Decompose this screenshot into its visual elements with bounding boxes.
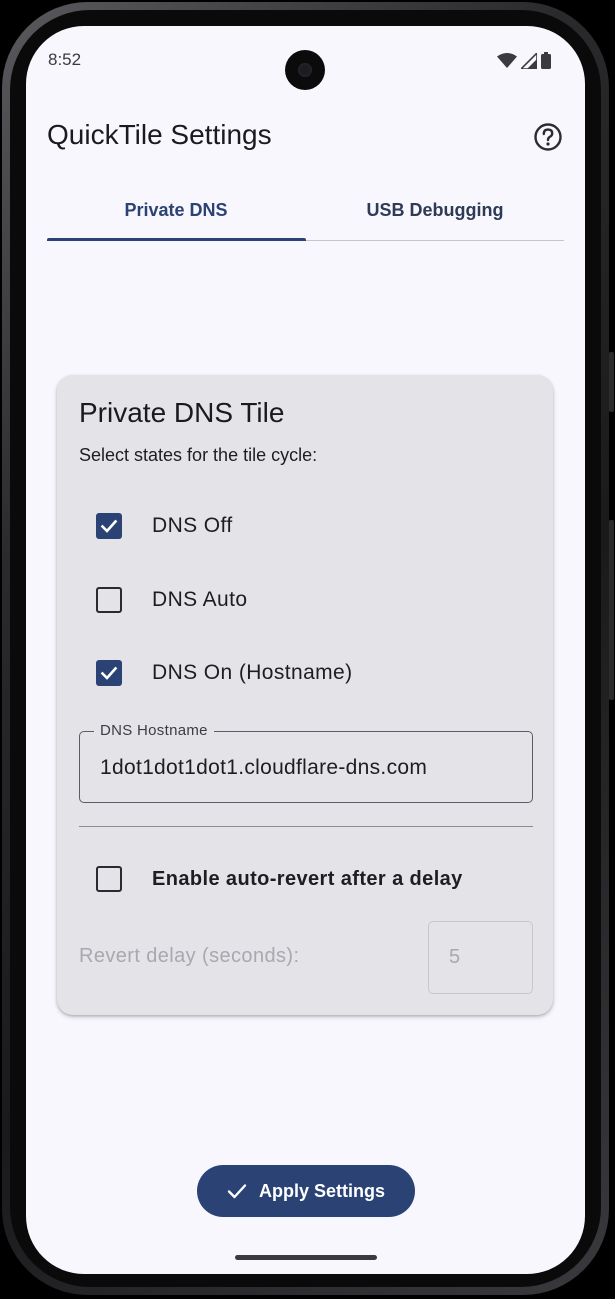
battery-icon	[541, 52, 551, 74]
app-title: QuickTile Settings	[47, 119, 272, 150]
tab-private-dns[interactable]: Private DNS	[47, 194, 305, 240]
dns-off-checkbox[interactable]	[96, 513, 122, 539]
option-dns-on-hostname[interactable]: DNS On (Hostname)	[96, 660, 353, 686]
wifi-icon	[497, 52, 517, 74]
tab-usb-debugging[interactable]: USB Debugging	[306, 194, 564, 240]
card-divider	[79, 826, 533, 827]
card-subtitle: Select states for the tile cycle:	[79, 445, 318, 465]
screen: 8:52 QuickTile Settings Private DNS USB …	[26, 26, 585, 1274]
private-dns-card: Private DNS Tile Select states for the t…	[57, 375, 553, 1015]
dns-off-label: DNS Off	[152, 514, 233, 537]
option-auto-revert[interactable]: Enable auto-revert after a delay	[96, 866, 463, 892]
option-dns-auto[interactable]: DNS Auto	[96, 587, 247, 613]
auto-revert-checkbox[interactable]	[96, 866, 122, 892]
dns-hostname-label: DNS Hostname	[94, 722, 214, 739]
apply-settings-label: Apply Settings	[258, 1180, 385, 1201]
card-title: Private DNS Tile	[79, 397, 285, 428]
power-button	[609, 352, 614, 412]
dns-on-checkbox[interactable]	[96, 660, 122, 686]
dns-auto-label: DNS Auto	[152, 588, 248, 611]
home-indicator[interactable]	[235, 1255, 377, 1260]
help-button[interactable]	[533, 122, 563, 152]
dns-hostname-field[interactable]: DNS Hostname 1dot1dot1dot1.cloudflare-dn…	[79, 722, 533, 803]
dns-hostname-input[interactable]: 1dot1dot1dot1.cloudflare-dns.com	[100, 756, 427, 780]
phone-frame: 8:52 QuickTile Settings Private DNS USB …	[0, 0, 615, 1299]
help-circle-icon	[533, 123, 563, 156]
check-icon	[100, 666, 118, 680]
tab-indicator	[47, 238, 306, 241]
auto-revert-label: Enable auto-revert after a delay	[152, 867, 463, 890]
signal-icon	[519, 50, 538, 74]
volume-button	[609, 520, 614, 700]
check-icon	[227, 1183, 247, 1199]
revert-delay-label: Revert delay (seconds):	[79, 945, 300, 967]
option-dns-off[interactable]: DNS Off	[96, 513, 233, 539]
apply-settings-button[interactable]: Apply Settings	[197, 1165, 415, 1217]
tab-bar: Private DNS USB Debugging	[47, 194, 564, 242]
dns-auto-checkbox[interactable]	[96, 587, 122, 613]
front-camera	[285, 50, 325, 90]
status-icons	[497, 50, 551, 74]
status-time: 8:52	[48, 50, 82, 69]
revert-delay-input[interactable]: 5	[449, 946, 460, 969]
revert-delay-field[interactable]: 5	[428, 921, 533, 994]
dns-on-label: DNS On (Hostname)	[152, 661, 353, 684]
check-icon	[100, 519, 118, 533]
